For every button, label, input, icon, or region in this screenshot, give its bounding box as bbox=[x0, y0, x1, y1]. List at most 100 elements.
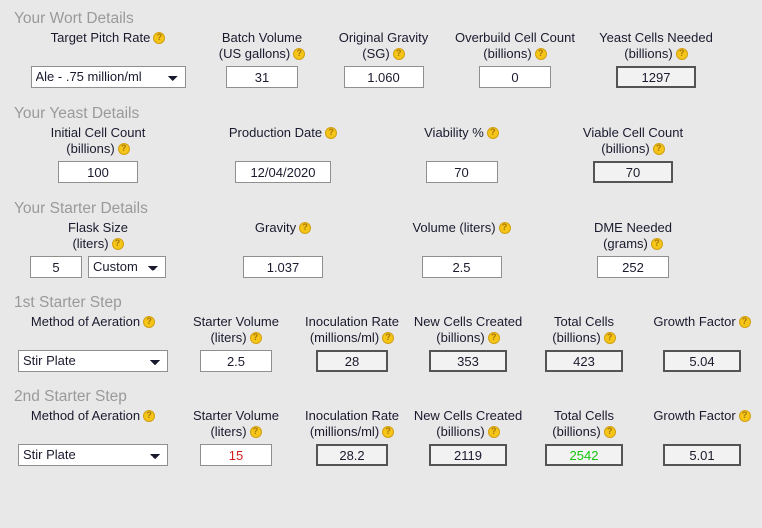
field-row-step2-starter-volume bbox=[200, 444, 272, 466]
field-row-initial-cell-count bbox=[58, 161, 138, 183]
initial-cell-count-input[interactable] bbox=[58, 161, 138, 183]
batch-volume-input[interactable] bbox=[226, 66, 298, 88]
help-icon[interactable] bbox=[249, 332, 262, 344]
target-pitch-rate-select[interactable]: Ale - .75 million/ml bbox=[30, 66, 186, 88]
field-row-step1-starter-volume bbox=[200, 350, 272, 372]
production-date-input[interactable] bbox=[235, 161, 331, 183]
help-icon[interactable] bbox=[486, 127, 499, 139]
help-icon[interactable] bbox=[392, 48, 405, 60]
viability-input[interactable] bbox=[425, 161, 498, 183]
starter-gravity-input[interactable] bbox=[243, 256, 323, 278]
label-step1-inoculation-rate-line2: (millions/ml) bbox=[309, 330, 380, 345]
step2-starter-volume-input[interactable] bbox=[200, 444, 272, 466]
field-group-starter-gravity: Gravity bbox=[186, 220, 380, 278]
help-icon[interactable] bbox=[603, 426, 616, 438]
field-row-step2-inoculation-rate bbox=[316, 444, 388, 466]
label-step2-growth-factor-text: Growth Factor bbox=[653, 408, 736, 423]
field-row-viability bbox=[425, 161, 498, 183]
help-icon[interactable] bbox=[534, 48, 547, 60]
step1-starter-volume-input[interactable] bbox=[200, 350, 272, 372]
label-overbuild-cell-count-line2: (billions) bbox=[483, 46, 532, 61]
overbuild-cell-count-input[interactable] bbox=[479, 66, 551, 88]
help-icon[interactable] bbox=[675, 48, 688, 60]
field-group-yeast-cells-needed: Yeast Cells Needed (billions) bbox=[581, 30, 731, 88]
label-step2-inoculation-rate: Inoculation Rate (millions/ml) bbox=[305, 408, 399, 440]
help-icon[interactable] bbox=[325, 127, 338, 139]
label-initial-cell-count: Initial Cell Count (billions) bbox=[51, 125, 146, 157]
help-icon[interactable] bbox=[487, 332, 500, 344]
field-row-dme-needed bbox=[597, 256, 669, 278]
help-icon[interactable] bbox=[652, 143, 665, 155]
label-step1-new-cells-created: New Cells Created (billions) bbox=[414, 314, 522, 346]
section-second-starter-step: 2nd Starter Step Method of Aeration Stir… bbox=[0, 372, 762, 466]
step1-growth-factor-output bbox=[663, 350, 741, 372]
help-icon[interactable] bbox=[382, 426, 395, 438]
field-row-step2-growth-factor bbox=[663, 444, 741, 466]
viable-cell-count-output bbox=[593, 161, 673, 183]
label-step1-starter-volume: Starter Volume (liters) bbox=[193, 314, 279, 346]
starter-volume-total-input[interactable] bbox=[421, 256, 502, 278]
dme-needed-input[interactable] bbox=[597, 256, 669, 278]
step1-aeration-select[interactable]: Stir Plate bbox=[18, 350, 168, 372]
label-flask-size-line2: (liters) bbox=[72, 236, 109, 251]
field-group-step1-inoculation-rate: Inoculation Rate (millions/ml) bbox=[294, 314, 410, 372]
label-initial-cell-count-line1: Initial Cell Count bbox=[50, 125, 146, 140]
label-step2-total-cells-line1: Total Cells bbox=[554, 408, 614, 423]
help-icon[interactable] bbox=[603, 332, 616, 344]
label-step2-inoculation-rate-line1: Inoculation Rate bbox=[305, 408, 399, 423]
flask-size-input[interactable] bbox=[30, 256, 82, 278]
field-row-starter-volume-total bbox=[421, 256, 502, 278]
label-step2-aeration-text: Method of Aeration bbox=[30, 408, 141, 423]
field-group-step1-growth-factor: Growth Factor bbox=[642, 314, 762, 372]
step1-new-cells-created-output bbox=[429, 350, 507, 372]
label-step1-growth-factor: Growth Factor bbox=[653, 314, 751, 346]
field-row-viable-cell-count bbox=[593, 161, 673, 183]
help-icon[interactable] bbox=[498, 222, 511, 234]
help-icon[interactable] bbox=[143, 410, 156, 422]
field-row-overbuild-cell-count bbox=[479, 66, 551, 88]
label-starter-volume-total: Volume (liters) bbox=[412, 220, 511, 252]
help-icon[interactable] bbox=[153, 32, 166, 44]
label-step2-aeration: Method of Aeration bbox=[30, 408, 156, 440]
field-row-yeast-cells-needed bbox=[616, 66, 696, 88]
help-icon[interactable] bbox=[117, 143, 130, 155]
label-original-gravity-line1: Original Gravity bbox=[338, 30, 429, 45]
help-icon[interactable] bbox=[738, 316, 751, 328]
label-viability-text: Viability % bbox=[424, 125, 484, 140]
label-flask-size-line1: Flask Size bbox=[68, 220, 128, 235]
field-group-step1-aeration: Method of Aeration Stir Plate bbox=[8, 314, 178, 372]
field-group-viability: Viability % bbox=[380, 125, 543, 183]
step2-aeration-select[interactable]: Stir Plate bbox=[18, 444, 168, 466]
label-batch-volume-line2: (US gallons) bbox=[218, 46, 291, 61]
help-icon[interactable] bbox=[143, 316, 156, 328]
help-icon[interactable] bbox=[299, 222, 312, 234]
field-group-step1-starter-volume: Starter Volume (liters) bbox=[178, 314, 294, 372]
label-viable-cell-count-line1: Viable Cell Count bbox=[582, 125, 684, 140]
original-gravity-input[interactable] bbox=[343, 66, 424, 88]
label-yeast-cells-needed: Yeast Cells Needed (billions) bbox=[599, 30, 713, 62]
section-title-wort-details: Your Wort Details bbox=[14, 10, 134, 27]
label-step2-new-cells-created-line2: (billions) bbox=[436, 424, 485, 439]
help-icon[interactable] bbox=[293, 48, 306, 60]
help-icon[interactable] bbox=[487, 426, 500, 438]
field-group-viable-cell-count: Viable Cell Count (billions) bbox=[543, 125, 723, 183]
help-icon[interactable] bbox=[382, 332, 395, 344]
help-icon[interactable] bbox=[111, 238, 124, 250]
label-production-date: Production Date bbox=[229, 125, 338, 157]
yeast-cells-needed-output bbox=[616, 66, 696, 88]
label-overbuild-cell-count-line1: Overbuild Cell Count bbox=[455, 30, 575, 45]
help-icon[interactable] bbox=[650, 238, 663, 250]
yeast-starter-calculator: Your Wort Details Target Pitch Rate Ale … bbox=[0, 0, 762, 528]
help-icon[interactable] bbox=[738, 410, 751, 422]
label-step2-inoculation-rate-line2: (millions/ml) bbox=[309, 424, 380, 439]
label-viable-cell-count-line2: (billions) bbox=[601, 141, 650, 156]
label-step2-total-cells: Total Cells (billions) bbox=[552, 408, 616, 440]
flask-size-preset-select[interactable]: Custom bbox=[88, 256, 166, 278]
label-batch-volume-line1: Batch Volume bbox=[221, 30, 303, 45]
step2-new-cells-created-output bbox=[429, 444, 507, 466]
help-icon[interactable] bbox=[249, 426, 262, 438]
field-row-original-gravity bbox=[343, 66, 424, 88]
label-step2-new-cells-created-line1: New Cells Created bbox=[413, 408, 523, 423]
section-wort-details: Your Wort Details Target Pitch Rate Ale … bbox=[0, 0, 762, 88]
label-step1-new-cells-created-line2: (billions) bbox=[436, 330, 485, 345]
